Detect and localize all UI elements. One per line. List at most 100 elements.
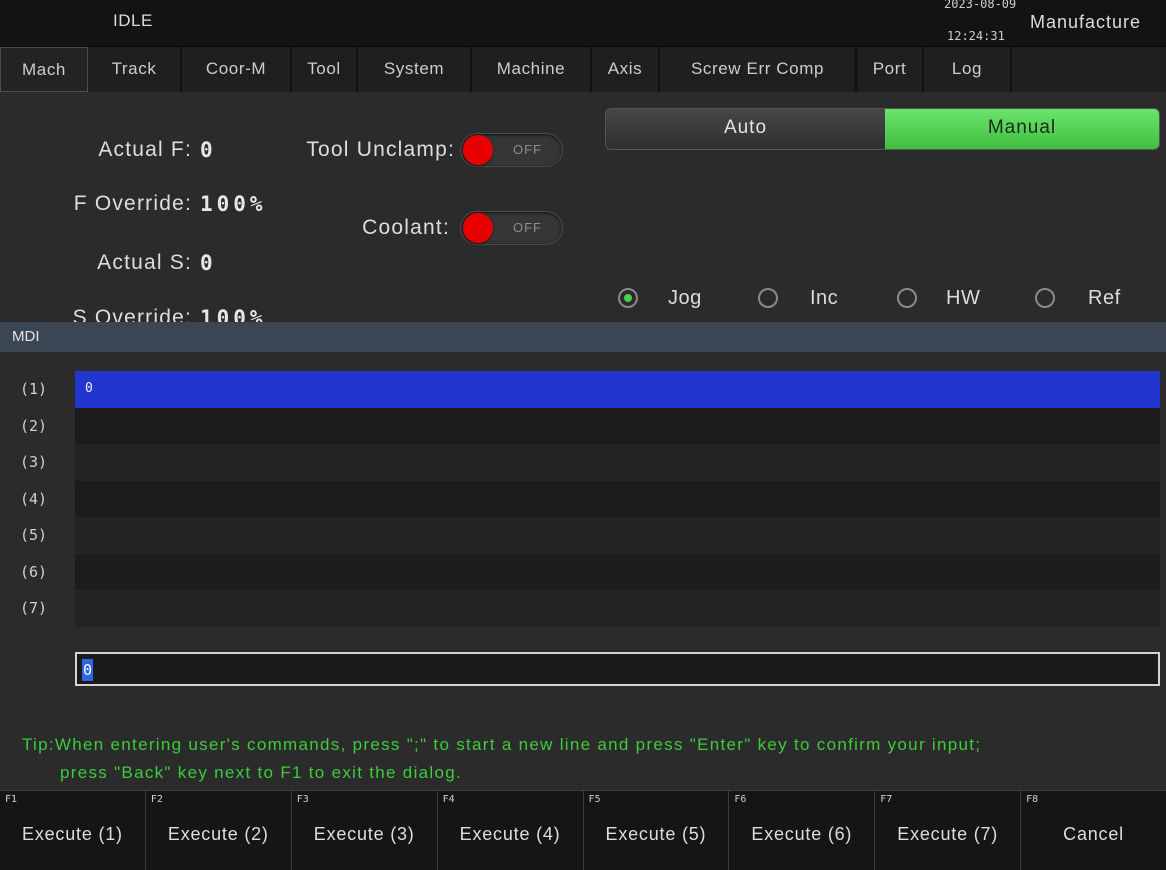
actual-f-value: 0 [200, 138, 217, 162]
s-override-value: 100% [200, 306, 267, 322]
function-key-id: F7 [880, 794, 893, 805]
auto-mode-button[interactable]: Auto [606, 109, 885, 149]
tab-tool[interactable]: Tool [292, 47, 358, 92]
mdi-line-text[interactable] [75, 480, 1160, 517]
mdi-dialog-header: MDI [0, 322, 1166, 352]
mdi-line[interactable]: (4) [0, 480, 1160, 517]
actual-s-value: 0 [200, 251, 217, 275]
function-key-id: F8 [1026, 794, 1039, 805]
mdi-line-number: (7) [20, 599, 48, 617]
tab-screw-err-comp[interactable]: Screw Err Comp [660, 47, 857, 92]
coolant-state: OFF [513, 220, 542, 235]
mdi-command-input[interactable]: 0 [75, 652, 1160, 686]
toggle-off-indicator-icon [463, 135, 493, 165]
f5-execute-5-button[interactable]: F5 Execute (5) [584, 791, 730, 870]
mdi-line-number: (6) [20, 562, 48, 581]
mdi-line-number: (3) [20, 453, 48, 471]
f7-execute-7-button[interactable]: F7 Execute (7) [875, 791, 1022, 870]
function-key-id: F1 [5, 794, 18, 805]
f3-execute-3-button[interactable]: F3 Execute (3) [292, 791, 438, 870]
mdi-line-text[interactable] [75, 590, 1160, 627]
mdi-dialog-title: MDI [12, 328, 40, 345]
tab-mach[interactable]: Mach [0, 47, 88, 92]
current-date: 2023-08-09 [944, 0, 1017, 11]
tab-port[interactable]: Port [857, 47, 924, 92]
machine-status-panel: Actual F: 0 F Override: 100% Actual S: 0… [0, 92, 1166, 322]
function-key-label: Execute (2) [167, 824, 269, 844]
function-key-id: F6 [734, 794, 747, 805]
ref-label: Ref [1088, 287, 1121, 309]
cnc-screen: IDLE 2023-08-09 12:24:31 Manufacture Mac… [0, 0, 1166, 870]
function-key-id: F3 [296, 794, 309, 805]
tab-track[interactable]: Track [88, 47, 182, 92]
mdi-tip-line-1: Tip:When entering user's commands, press… [22, 735, 982, 754]
main-tab-bar: Mach Track Coor-M Tool System Machine Ax… [0, 46, 1166, 92]
mdi-line[interactable]: (1) 0 [0, 371, 1160, 408]
function-key-label: Execute (5) [605, 824, 707, 844]
mdi-line-number: (2) [20, 416, 48, 435]
f1-execute-1-button[interactable]: F1 Execute (1) [0, 791, 146, 870]
tab-axis[interactable]: Axis [592, 47, 660, 92]
function-key-id: F4 [442, 794, 455, 805]
top-status-bar: IDLE 2023-08-09 12:24:31 Manufacture [0, 0, 1166, 46]
tool-unclamp-label: Tool Unclamp: [306, 138, 455, 161]
mdi-line-text[interactable] [75, 553, 1160, 590]
actual-f-label: Actual F: [98, 138, 192, 161]
coolant-toggle[interactable]: OFF [460, 211, 563, 245]
mdi-line-list: (1) 0 (2) (3) (4) (5) (6) (7) [0, 371, 1160, 627]
run-mode-selector: Auto Manual [605, 108, 1160, 150]
f6-execute-6-button[interactable]: F6 Execute (6) [729, 791, 876, 870]
mdi-dialog: MDI (1) 0 (2) (3) (4) (5) (6) (7) 0 Tip:… [0, 322, 1166, 790]
mdi-line-number: (5) [20, 526, 48, 544]
mdi-input-selected-text: 0 [82, 659, 94, 681]
f-override-label: F Override: [73, 192, 192, 215]
tool-unclamp-state: OFF [513, 142, 542, 157]
function-key-id: F5 [588, 794, 601, 805]
mdi-line[interactable]: (6) [0, 553, 1160, 590]
inc-radio[interactable] [758, 288, 778, 308]
mdi-line-text[interactable] [75, 517, 1160, 554]
mdi-line[interactable]: (2) [0, 407, 1160, 444]
function-key-label: Cancel [1063, 824, 1124, 844]
function-key-label: Execute (1) [22, 824, 123, 844]
tab-coor-m[interactable]: Coor-M [182, 47, 292, 92]
tab-bar-filler [1012, 47, 1166, 92]
f2-execute-2-button[interactable]: F2 Execute (2) [146, 791, 292, 870]
mdi-line-text[interactable] [75, 407, 1160, 444]
jog-label: Jog [668, 287, 702, 309]
function-key-label: Execute (6) [751, 824, 853, 844]
function-key-label: Execute (7) [897, 824, 999, 844]
actual-s-label: Actual S: [97, 251, 192, 274]
s-override-label: S Override: [72, 306, 192, 322]
machine-status: IDLE [113, 11, 153, 30]
ref-radio[interactable] [1035, 288, 1055, 308]
function-key-bar: F1 Execute (1) F2 Execute (2) F3 Execute… [0, 790, 1166, 870]
jog-radio[interactable] [618, 288, 638, 308]
mdi-line-text[interactable]: 0 [75, 371, 1160, 408]
mdi-line[interactable]: (5) [0, 517, 1160, 554]
mdi-line[interactable]: (3) [0, 444, 1160, 481]
mdi-line[interactable]: (7) [0, 590, 1160, 627]
inc-label: Inc [810, 287, 839, 309]
hw-radio[interactable] [897, 288, 917, 308]
hw-label: HW [946, 287, 981, 309]
function-key-id: F2 [150, 794, 163, 805]
coolant-label: Coolant: [362, 216, 450, 239]
f8-cancel-button[interactable]: F8 Cancel [1021, 791, 1166, 870]
mdi-line-number: (4) [20, 489, 48, 508]
function-key-label: Execute (4) [459, 824, 561, 844]
mdi-line-text[interactable] [75, 444, 1160, 481]
user-level[interactable]: Manufacture [1030, 12, 1166, 33]
tab-log[interactable]: Log [924, 47, 1012, 92]
function-key-label: Execute (3) [313, 824, 415, 844]
tab-machine[interactable]: Machine [472, 47, 592, 92]
f4-execute-4-button[interactable]: F4 Execute (4) [438, 791, 584, 870]
f-override-value: 100% [200, 192, 267, 216]
mdi-line-number: (1) [20, 380, 48, 398]
tool-unclamp-toggle[interactable]: OFF [460, 133, 563, 167]
tab-system[interactable]: System [358, 47, 472, 92]
current-time: 12:24:31 [947, 29, 1005, 43]
toggle-off-indicator-icon [463, 213, 493, 243]
mdi-tip-line-2: press "Back" key next to F1 to exit the … [60, 763, 463, 782]
manual-mode-button[interactable]: Manual [884, 109, 1159, 149]
